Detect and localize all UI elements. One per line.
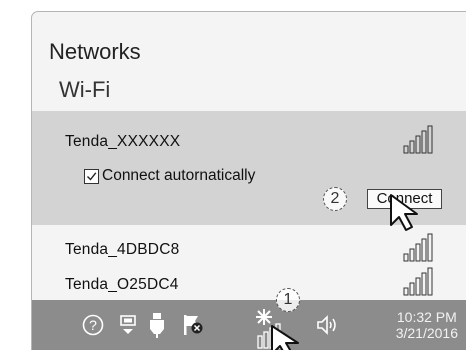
wifi-signal-icon bbox=[403, 267, 433, 296]
step-2-marker: 2 bbox=[323, 187, 347, 211]
network-name: Tenda_4DBDC8 bbox=[65, 241, 180, 258]
network-name: Tenda_O25DC4 bbox=[65, 276, 179, 293]
windows-update-icon[interactable] bbox=[119, 313, 137, 337]
network-name: Tenda_XXXXXX bbox=[65, 133, 181, 150]
svg-text:?: ? bbox=[89, 317, 97, 333]
flyout-title: Networks bbox=[49, 39, 141, 64]
volume-icon[interactable] bbox=[316, 315, 342, 335]
mouse-pointer-icon bbox=[390, 194, 418, 231]
network-flyout: Networks Wi-Fi Tenda_XXXXXX Connect auto… bbox=[31, 11, 466, 350]
clock-time: 10:32 PM bbox=[396, 309, 457, 325]
usb-device-icon[interactable] bbox=[147, 311, 167, 339]
taskbar: ? 10:32 PM 3/21/2016 bbox=[32, 300, 466, 350]
auto-connect-checkbox[interactable]: Connect autornatically bbox=[84, 167, 255, 185]
step-1-marker: 1 bbox=[276, 288, 300, 312]
action-center-flag-icon[interactable] bbox=[181, 313, 205, 337]
checkbox-checked-icon bbox=[84, 168, 99, 184]
help-icon[interactable]: ? bbox=[82, 314, 104, 336]
wifi-signal-icon bbox=[403, 233, 433, 262]
auto-connect-label: Connect autornatically bbox=[102, 167, 256, 184]
mouse-pointer-icon bbox=[271, 325, 299, 350]
clock-date: 3/21/2016 bbox=[395, 325, 458, 341]
wifi-signal-icon bbox=[403, 125, 433, 154]
taskbar-clock[interactable]: 10:32 PM 3/21/2016 bbox=[396, 309, 458, 341]
wifi-section-label: Wi-Fi bbox=[59, 77, 111, 102]
